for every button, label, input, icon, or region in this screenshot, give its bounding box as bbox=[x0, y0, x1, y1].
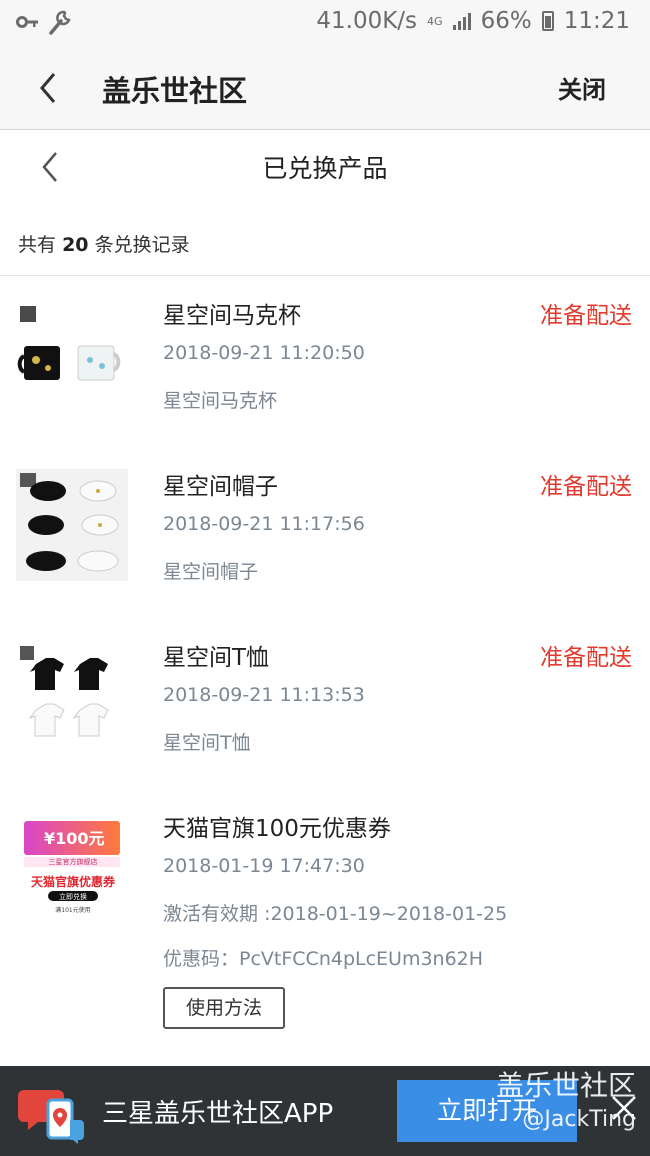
item-date: 2018-09-21 11:13:53 bbox=[163, 684, 365, 706]
item-desc: 星空间马克杯 bbox=[163, 390, 278, 412]
delivery-status: 准备配送 bbox=[540, 474, 632, 500]
record-count: 共有 20 条兑换记录 bbox=[18, 230, 190, 257]
mug-product-image bbox=[16, 298, 128, 410]
battery-icon bbox=[541, 11, 554, 31]
back-arrow-icon[interactable] bbox=[34, 68, 64, 108]
count-prefix: 共有 bbox=[18, 234, 57, 256]
app-logo-icon bbox=[18, 1090, 84, 1144]
item-name: 星空间帽子 bbox=[163, 474, 278, 500]
app-titlebar: 盖乐世社区 关闭 bbox=[0, 46, 650, 130]
app-title: 盖乐世社区 bbox=[102, 74, 248, 108]
item-name: 星空间马克杯 bbox=[163, 303, 301, 329]
coupon-store: 三星官方旗舰店 bbox=[48, 858, 98, 866]
network-type: 4G bbox=[427, 14, 443, 28]
coupon-validity: 激活有效期 :2018-01-19~2018-01-25 bbox=[163, 903, 508, 925]
usage-instructions-button[interactable]: 使用方法 bbox=[163, 987, 285, 1029]
clock: 11:21 bbox=[563, 8, 630, 34]
list-item[interactable]: ¥100元 三星官方旗舰店 天猫官旗优惠券 立即兑换 满101元使用 天猫官旗1… bbox=[0, 803, 650, 1053]
list-item[interactable]: 星空间T恤 准备配送 2018-09-21 11:13:53 星空间T恤 bbox=[0, 632, 650, 782]
coupon-note: 满101元使用 bbox=[55, 907, 91, 914]
key-icon bbox=[16, 16, 38, 28]
item-date: 2018-09-21 11:20:50 bbox=[163, 342, 365, 364]
watermark-text: 盖乐世社区 bbox=[495, 1069, 636, 1102]
status-bar: 41.00K/s 4G 66% 11:21 bbox=[0, 0, 650, 46]
list-item[interactable]: 星空间帽子 准备配送 2018-09-21 11:17:56 星空间帽子 bbox=[0, 461, 650, 611]
list-item[interactable]: 星空间马克杯 准备配送 2018-09-21 11:20:50 星空间马克杯 bbox=[0, 290, 650, 440]
item-desc: 星空间T恤 bbox=[163, 732, 251, 754]
coupon-title: 天猫官旗优惠券 bbox=[30, 875, 115, 889]
coupon-amount: ¥100元 bbox=[44, 829, 105, 848]
item-date: 2018-01-19 17:47:30 bbox=[163, 855, 365, 877]
delivery-status: 准备配送 bbox=[540, 303, 632, 329]
item-date: 2018-09-21 11:17:56 bbox=[163, 513, 365, 535]
wrench-icon bbox=[49, 10, 71, 35]
item-name: 星空间T恤 bbox=[163, 645, 270, 671]
coupon-product-image: ¥100元 三星官方旗舰店 天猫官旗优惠券 立即兑换 满101元使用 bbox=[22, 817, 124, 917]
count-suffix: 条兑换记录 bbox=[94, 234, 190, 256]
banner-app-name: 三星盖乐世社区APP bbox=[102, 1099, 334, 1129]
coupon-code: 优惠码：PcVtFCCn4pLcEUm3n62H bbox=[163, 948, 484, 970]
tshirt-product-image bbox=[16, 640, 128, 752]
watermark-handle: @JackTing bbox=[522, 1107, 636, 1132]
item-name: 天猫官旗100元优惠券 bbox=[163, 816, 391, 842]
cap-product-image bbox=[16, 469, 128, 581]
page-title: 已兑换产品 bbox=[262, 154, 388, 183]
close-button[interactable]: 关闭 bbox=[558, 70, 606, 105]
divider bbox=[0, 275, 650, 276]
network-speed: 41.00K/s bbox=[316, 8, 418, 34]
delivery-status: 准备配送 bbox=[540, 645, 632, 671]
page-header: 已兑换产品 bbox=[0, 131, 650, 203]
item-desc: 星空间帽子 bbox=[163, 561, 259, 583]
coupon-action: 立即兑换 bbox=[59, 893, 87, 901]
signal-icon bbox=[452, 12, 471, 30]
battery-level: 66% bbox=[480, 8, 532, 34]
count-value: 20 bbox=[62, 234, 89, 256]
